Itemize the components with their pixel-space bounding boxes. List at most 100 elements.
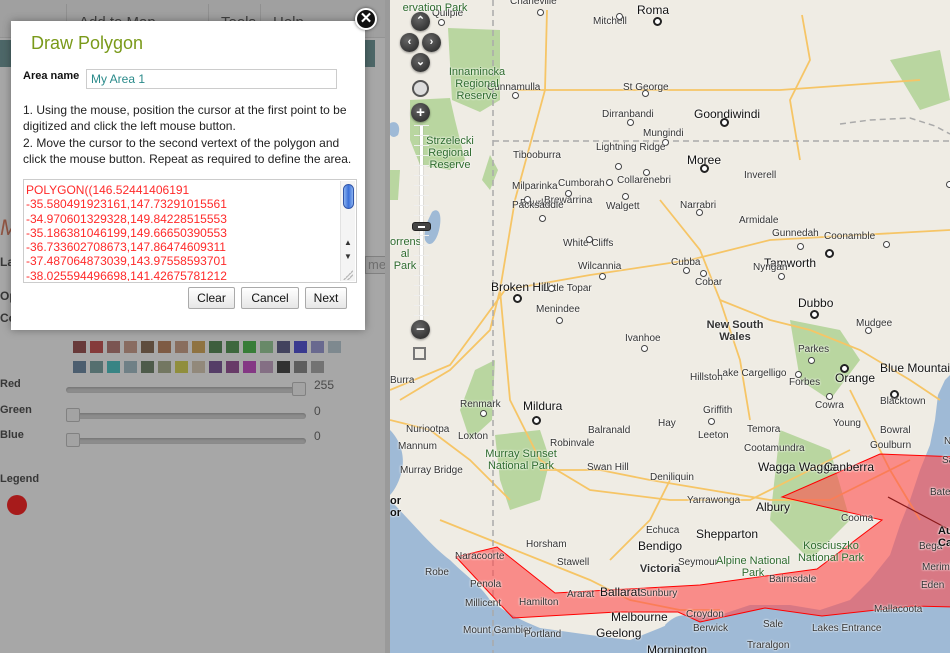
region-label-park-murray: Murray Sunset National Park bbox=[485, 448, 557, 472]
town-label: Traralgon bbox=[747, 640, 790, 651]
town-label: Charleville bbox=[510, 0, 557, 7]
town-label: Berwick bbox=[693, 623, 729, 634]
map-canvas[interactable]: Quilpie Charleville Mitchell Roma Cunnamulla… bbox=[390, 0, 950, 653]
town-label: Stawell bbox=[557, 557, 590, 568]
town-label: Mannum bbox=[398, 441, 437, 452]
zoom-tick bbox=[414, 255, 429, 256]
instruction-step-2: 2. Move the cursor to the second vertext… bbox=[23, 136, 352, 166]
resize-grip-icon[interactable] bbox=[343, 270, 353, 280]
town-label: Mildura bbox=[523, 399, 563, 413]
town-label: Nyngan bbox=[753, 262, 788, 273]
town-marker bbox=[708, 418, 715, 425]
town-marker bbox=[556, 317, 563, 324]
town-marker bbox=[539, 215, 546, 222]
town-label: Yarrawonga bbox=[687, 495, 741, 506]
zoom-out-icon: − bbox=[416, 321, 425, 338]
town-label: Goulburn bbox=[870, 440, 912, 451]
town-marker bbox=[480, 410, 487, 417]
town-marker bbox=[616, 13, 623, 20]
pan-up-button[interactable]: ⌃ bbox=[411, 12, 430, 31]
zoom-in-button[interactable]: + bbox=[411, 103, 430, 122]
next-button[interactable]: Next bbox=[305, 287, 347, 309]
wkt-scroll-thumb[interactable] bbox=[343, 184, 354, 209]
zoom-tick bbox=[414, 245, 429, 246]
zoom-in-icon: + bbox=[416, 104, 425, 121]
zoom-tick bbox=[414, 205, 429, 206]
center-map-button[interactable] bbox=[412, 80, 429, 97]
scroll-down-arrow-icon[interactable]: ▼ bbox=[344, 252, 352, 261]
area-name-input[interactable] bbox=[86, 69, 337, 89]
pan-left-button[interactable]: ‹ bbox=[400, 33, 419, 52]
town-label: Ivanhoe bbox=[625, 333, 661, 344]
town-label: Ararat bbox=[567, 589, 595, 600]
town-label: Cumborah bbox=[558, 178, 605, 189]
town-marker bbox=[599, 273, 606, 280]
cancel-button[interactable]: Cancel bbox=[241, 287, 299, 309]
town-label: Dubbo bbox=[798, 296, 834, 310]
town-label: Broken Hill bbox=[491, 280, 550, 294]
town-label: Hay bbox=[658, 418, 676, 429]
town-label: Blue Mountains bbox=[880, 361, 950, 375]
town-label: Gunnedah bbox=[772, 228, 819, 239]
town-label: Temora bbox=[747, 424, 781, 435]
pan-up-icon: ⌃ bbox=[415, 15, 426, 27]
town-label: Echuca bbox=[646, 525, 680, 536]
zoom-tick bbox=[414, 185, 429, 186]
town-marker bbox=[696, 209, 703, 216]
town-label: Wilcannia bbox=[578, 261, 622, 272]
region-label-park-strzelecki: Strzelecki Regional Reserve bbox=[426, 135, 474, 171]
clear-button[interactable]: Clear bbox=[188, 287, 235, 309]
town-label: Mallacoota bbox=[874, 604, 923, 615]
town-marker bbox=[513, 294, 522, 303]
town-label: Nuriootpa bbox=[406, 424, 450, 435]
zoom-tick bbox=[414, 175, 429, 176]
town-label: Armidale bbox=[739, 215, 779, 226]
pan-left-icon: ‹ bbox=[407, 36, 412, 48]
scroll-up-arrow-icon[interactable]: ▲ bbox=[344, 238, 352, 247]
town-marker bbox=[615, 163, 622, 170]
area-name-label: Area name bbox=[23, 70, 80, 82]
town-label: Dirranbandi bbox=[602, 109, 654, 120]
zoom-tick bbox=[414, 195, 429, 196]
town-label: Cobar bbox=[695, 277, 723, 288]
town-label: Shepparton bbox=[696, 527, 759, 541]
town-label: Swan Hill bbox=[587, 462, 629, 473]
pan-down-button[interactable]: ⌄ bbox=[411, 53, 430, 72]
town-label: Cowra bbox=[815, 400, 844, 411]
gulf bbox=[390, 430, 403, 495]
town-label: Mornington bbox=[647, 643, 708, 653]
town-label: Sanctuary Point bbox=[942, 455, 950, 466]
town-marker bbox=[537, 9, 544, 16]
town-marker bbox=[700, 164, 709, 173]
town-marker bbox=[653, 17, 662, 26]
town-label: Murray Bridge bbox=[400, 465, 463, 476]
town-label: Collarenebri bbox=[617, 175, 671, 186]
town-label: Canberra bbox=[824, 460, 875, 474]
region-label-conservation: ervation Park bbox=[402, 2, 468, 14]
zoom-out-button[interactable]: − bbox=[411, 320, 430, 339]
town-marker bbox=[825, 249, 834, 258]
town-label: Merimbula bbox=[922, 562, 950, 573]
wkt-scrollbar[interactable]: ▲ ▼ bbox=[340, 181, 355, 281]
town-label: Burra bbox=[390, 375, 415, 386]
town-label: Orange bbox=[835, 371, 876, 385]
zoom-tick bbox=[414, 215, 429, 216]
town-label: Melbourne bbox=[611, 610, 668, 624]
zoom-slider-handle[interactable] bbox=[412, 222, 431, 231]
town-label: Eden bbox=[921, 580, 945, 591]
town-label: Cootamundra bbox=[744, 443, 805, 454]
town-label: Bowral bbox=[880, 425, 911, 436]
polygon-wkt-text[interactable]: POLYGON((146.52441406191 -35.58049192316… bbox=[25, 181, 338, 281]
close-dialog-button[interactable]: ✕ bbox=[355, 8, 377, 30]
fit-extent-button[interactable] bbox=[413, 347, 426, 360]
town-marker bbox=[627, 119, 634, 126]
town-marker bbox=[797, 243, 804, 250]
town-marker bbox=[778, 273, 785, 280]
town-label: Lakes Entrance bbox=[812, 623, 882, 634]
town-label: Blacktown bbox=[880, 396, 926, 407]
town-label: Milparinka bbox=[512, 181, 558, 192]
polygon-wkt-textarea[interactable]: POLYGON((146.52441406191 -35.58049192316… bbox=[23, 179, 357, 283]
town-label: Roma bbox=[637, 3, 670, 17]
region-label-park-alpine: Alpine National Park bbox=[716, 555, 790, 579]
pan-right-button[interactable]: › bbox=[422, 33, 441, 52]
